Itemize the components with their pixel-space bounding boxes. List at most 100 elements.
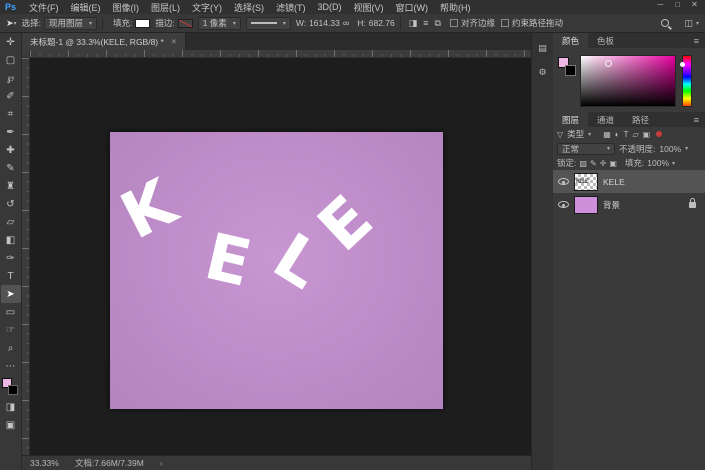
marquee-tool[interactable]: ▢ (1, 51, 21, 69)
tab-channels[interactable]: 通道 (588, 112, 623, 127)
menu-view[interactable]: 视图(V) (348, 1, 390, 14)
visibility-eye-icon[interactable] (558, 201, 569, 208)
crop-tool[interactable]: ⌗ (1, 105, 21, 123)
tool-preset-chevron-icon[interactable]: ▾ (14, 20, 17, 27)
current-tool-icon[interactable]: ➤ (6, 18, 14, 29)
lasso-tool[interactable]: ℘ (1, 69, 21, 87)
path-arrangement-icon[interactable]: ⧉ (435, 18, 441, 29)
path-alignment-icon[interactable]: ≡ (423, 18, 428, 28)
fill-color-swatch[interactable] (135, 19, 150, 28)
filter-type-layers-icon[interactable]: T (624, 130, 629, 139)
visibility-eye-icon[interactable] (558, 178, 569, 185)
stroke-color-swatch[interactable] (178, 19, 193, 28)
menu-file[interactable]: 文件(F) (23, 1, 65, 14)
edit-toolbar-icon[interactable]: ⋯ (1, 357, 21, 375)
vertical-ruler[interactable] (22, 58, 30, 455)
stroke-width-dropdown[interactable]: 1 像素 ▾ (198, 17, 241, 30)
tab-layers[interactable]: 图层 (553, 112, 588, 127)
eraser-tool[interactable]: ▱ (1, 213, 21, 231)
lock-pixels-icon[interactable]: ✎ (590, 159, 597, 168)
filter-toggle-icon[interactable] (656, 131, 662, 137)
menu-window[interactable]: 窗口(W) (390, 1, 435, 14)
color-field-marker[interactable] (605, 60, 612, 67)
panel-menu-icon[interactable]: ≡ (688, 112, 705, 127)
background-color-swatch[interactable] (8, 385, 18, 395)
filter-pixel-layers-icon[interactable]: ▦ (603, 130, 611, 139)
menu-3d[interactable]: 3D(D) (312, 2, 348, 12)
menu-image[interactable]: 图像(I) (107, 1, 146, 14)
zoom-tool[interactable]: ⌕ (1, 339, 21, 357)
maximize-button[interactable]: □ (669, 0, 686, 9)
properties-panel-icon[interactable]: ▤ (535, 41, 551, 55)
clone-stamp-tool[interactable]: ♜ (1, 177, 21, 195)
lock-transparent-icon[interactable]: ▨ (579, 159, 587, 168)
menu-edit[interactable]: 编辑(E) (65, 1, 107, 14)
menu-select[interactable]: 选择(S) (228, 1, 270, 14)
tab-paths[interactable]: 路径 (623, 112, 658, 127)
gradient-tool[interactable]: ◧ (1, 231, 21, 249)
filter-adjustment-layers-icon[interactable]: ◐ (615, 130, 620, 139)
height-value-field[interactable]: 682.76 (369, 18, 395, 28)
tab-swatches[interactable]: 色板 (588, 33, 623, 48)
close-icon[interactable]: ✕ (171, 38, 177, 46)
horizontal-ruler[interactable] (30, 50, 531, 58)
hand-tool[interactable]: ☞ (1, 321, 21, 339)
layer-row-background[interactable]: 背景 (553, 193, 705, 216)
layer-row-kele[interactable]: KELE KELE (553, 170, 705, 193)
hue-slider-marker[interactable] (680, 62, 685, 67)
fill-label: 填充: (113, 17, 132, 29)
document-tab-bar: 未标题-1 @ 33.3%(KELE, RGB/8) * ✕ (22, 33, 531, 50)
brush-tool[interactable]: ✎ (1, 159, 21, 177)
adjustments-panel-icon[interactable]: ⚙ (535, 65, 551, 79)
move-tool[interactable]: ✛ (1, 33, 21, 51)
constrain-path-drag-checkbox[interactable] (501, 19, 509, 27)
screen-mode-button[interactable]: ▣ (1, 416, 21, 434)
healing-brush-tool[interactable]: ✚ (1, 141, 21, 159)
layer-thumbnail[interactable]: KELE (574, 173, 598, 191)
search-icon[interactable] (661, 19, 669, 27)
fill-value[interactable]: 100% (647, 158, 669, 168)
menu-layer[interactable]: 图层(L) (145, 1, 186, 14)
path-operations-icon[interactable]: ◨ (409, 18, 418, 29)
menu-help[interactable]: 帮助(H) (434, 1, 477, 14)
quick-selection-tool[interactable]: ✐ (1, 87, 21, 105)
saturation-brightness-field[interactable] (580, 55, 676, 107)
hue-slider[interactable] (682, 55, 692, 107)
type-tool[interactable]: T (1, 267, 21, 285)
opacity-value[interactable]: 100% (659, 144, 681, 154)
filter-type-label[interactable]: 类型 (567, 128, 584, 140)
blend-mode-dropdown[interactable]: 正常 ▾ (557, 143, 615, 155)
stroke-width-value: 1 像素 (203, 17, 227, 29)
shape-tool[interactable]: ▭ (1, 303, 21, 321)
pen-tool[interactable]: ✑ (1, 249, 21, 267)
menu-filter[interactable]: 滤镜(T) (270, 1, 312, 14)
document-tab[interactable]: 未标题-1 @ 33.3%(KELE, RGB/8) * ✕ (22, 33, 186, 50)
separator (102, 17, 103, 30)
status-chevron-icon[interactable]: › (160, 459, 163, 468)
workspace-switcher-icon[interactable]: ◫ (684, 18, 693, 29)
select-scope-dropdown[interactable]: 现用图层 ▾ (44, 17, 97, 30)
history-brush-tool[interactable]: ↺ (1, 195, 21, 213)
stroke-type-dropdown[interactable]: ▾ (246, 17, 291, 30)
thumbnail-letters: KELE (576, 179, 588, 185)
link-dimensions-icon[interactable]: ∞ (343, 18, 349, 28)
lock-position-icon[interactable]: ✛ (600, 159, 607, 168)
lock-all-icon[interactable]: ▣ (609, 159, 617, 168)
close-button[interactable]: ✕ (686, 0, 703, 9)
filter-shape-layers-icon[interactable]: ▱ (632, 130, 638, 139)
path-selection-tool[interactable]: ➤ (1, 285, 21, 303)
constrain-path-drag-label: 约束路径拖动 (512, 17, 563, 29)
width-value-field[interactable]: 1614.33 (309, 18, 340, 28)
quick-mask-button[interactable]: ◨ (1, 398, 21, 416)
menu-type[interactable]: 文字(Y) (186, 1, 228, 14)
panel-menu-icon[interactable]: ≡ (688, 33, 705, 48)
zoom-level-field[interactable]: 33.33% (30, 458, 59, 468)
align-edges-checkbox[interactable] (450, 19, 458, 27)
canvas[interactable]: K E L E (110, 132, 443, 409)
eyedropper-tool[interactable]: ✒ (1, 123, 21, 141)
minimize-button[interactable]: ─ (652, 0, 669, 9)
tab-color[interactable]: 颜色 (553, 33, 588, 48)
filter-smart-objects-icon[interactable]: ▣ (643, 130, 651, 139)
background-color-swatch[interactable] (565, 65, 576, 76)
layer-thumbnail[interactable] (574, 196, 598, 214)
